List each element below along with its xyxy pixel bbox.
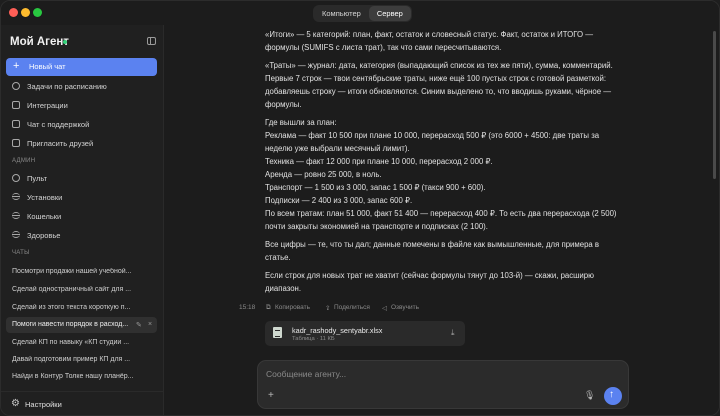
delete-icon[interactable]: × [148,321,152,328]
sidebar-item-label: Задачи по расписанию [27,82,107,91]
gear-icon: ⚙ [11,398,20,409]
health-icon [12,231,20,238]
chat-list-item[interactable]: Посмотри продажи нашей учебной... [6,264,157,280]
sidebar-item-label: Интеграции [27,101,68,110]
new-chat-button[interactable]: + Новый чат [6,58,157,76]
share-icon[interactable]: ⇪ [325,304,330,312]
microphone-icon[interactable]: 🎙 [584,390,595,401]
chat-list-item[interactable]: Сделай КП по навыку «КП студии ... [6,335,157,351]
message-input[interactable]: Сообщение агенту... [266,369,346,379]
gift-icon [12,139,20,147]
chat-title: Сделай из этого текста короткую п... [12,304,131,311]
tab-server[interactable]: Сервер [368,6,411,21]
sidebar: Мой Агент + Новый чат Задачи по расписан… [1,25,164,415]
message-paragraph: Если строк для новых трат не хватит (сей… [265,271,594,294]
file-name: kadr_rashody_sentyabr.xlsx [292,326,383,335]
online-status-dot [63,40,67,44]
sidebar-item-dashboard[interactable]: Пульт [6,170,157,186]
copy-button[interactable]: Копировать [275,304,310,311]
plus-icon: + [13,60,20,72]
sidebar-item-label: Чат с поддержкой [27,120,90,129]
message-paragraph: «Траты» — журнал: дата, категория (выпад… [265,61,613,110]
message-paragraph: Все цифры — те, что ты дал; данные помеч… [265,240,600,262]
app-window: Компьютер Сервер Мой Агент + Новый чат З… [0,0,720,416]
copy-icon[interactable]: ⧉ [266,304,271,312]
speaker-icon[interactable]: ◁ [382,304,387,312]
chat-title: Давай подготовим пример КП для ... [12,356,131,363]
attach-plus-icon[interactable]: + [268,391,274,401]
share-button[interactable]: Поделиться [334,304,370,311]
chat-list-item-active[interactable]: Помоги навести порядок в расход... ✎ × [6,317,157,333]
file-attachment[interactable]: kadr_rashody_sentyabr.xlsx Таблица · 11 … [265,321,465,346]
pencil-icon[interactable]: ✎ [136,321,142,329]
settings-button[interactable]: ⚙ Настройки [1,391,164,415]
support-chat-icon [12,120,20,128]
chat-list-item[interactable]: Сделай из этого текста короткую п... [6,300,157,316]
spreadsheet-file-icon [273,327,282,338]
sidebar-item-settings-admin[interactable]: Установки [6,189,157,205]
clock-icon [12,82,20,90]
download-icon[interactable]: ⤓ [451,328,455,338]
chat-main: «Итоги» — 5 категорий: план, факт, остат… [164,25,719,415]
minimize-window-button[interactable] [21,8,30,17]
chat-list-item[interactable]: Найди в Контур Толке нашу планёр... [6,369,157,385]
sidebar-item-label: Кошельки [27,212,62,221]
message-paragraph: Где вышли за план: Реклама — факт 10 500… [265,118,617,231]
sidebar-item-invite-friends[interactable]: Пригласить друзей [6,135,157,151]
assistant-message: «Итоги» — 5 категорий: план, факт, остат… [265,29,623,302]
mode-switch: Компьютер Сервер [313,5,412,22]
sidebar-item-integrations[interactable]: Интеграции [6,97,157,113]
chats-section-label: ЧАТЫ [12,250,30,256]
message-time: 15:18 [239,304,256,311]
plug-icon [12,101,20,109]
chat-list-item[interactable]: Сделай одностраничный сайт для ... [6,282,157,298]
settings-label: Настройки [25,400,62,409]
sidebar-item-label: Пригласить друзей [27,139,94,148]
file-meta: Таблица · 11 КБ [292,336,335,342]
sidebar-item-wallets[interactable]: Кошельки [6,208,157,224]
chat-scrollbar[interactable] [713,31,716,179]
wallet-icon [12,212,20,219]
settings-sliders-icon [12,193,20,200]
sidebar-toggle-icon[interactable] [147,37,156,45]
dashboard-icon [12,174,20,182]
message-actions: 15:18 ⧉ Копировать ⇪ Поделиться ◁ Озвучи… [239,304,539,314]
message-composer: Сообщение агенту... + 🎙 [257,360,629,409]
tab-computer[interactable]: Компьютер [314,6,369,21]
chat-title: Сделай одностраничный сайт для ... [12,286,132,293]
chat-title: Посмотри продажи нашей учебной... [12,268,132,275]
speak-button[interactable]: Озвучить [391,304,419,311]
zoom-window-button[interactable] [33,8,42,17]
admin-section-label: АДМИН [12,158,36,164]
send-button[interactable] [604,387,622,405]
message-paragraph: «Итоги» — 5 категорий: план, факт, остат… [265,30,594,52]
chat-title: Сделай КП по навыку «КП студии ... [12,339,130,346]
sidebar-item-label: Установки [27,193,63,202]
close-window-button[interactable] [9,8,18,17]
sidebar-item-health[interactable]: Здоровье [6,227,157,243]
chat-title: Помоги навести порядок в расход... [12,321,129,328]
chat-list-item[interactable]: Давай подготовим пример КП для ... [6,352,157,368]
sidebar-item-label: Пульт [27,174,48,183]
new-chat-label: Новый чат [29,62,66,71]
chat-title: Найди в Контур Толке нашу планёр... [12,373,134,380]
title-bar: Компьютер Сервер [1,1,719,25]
sidebar-item-label: Здоровье [27,231,61,240]
sidebar-item-support-chat[interactable]: Чат с поддержкой [6,116,157,132]
sidebar-item-scheduled-tasks[interactable]: Задачи по расписанию [6,78,157,94]
agent-title: Мой Агент [10,36,69,48]
